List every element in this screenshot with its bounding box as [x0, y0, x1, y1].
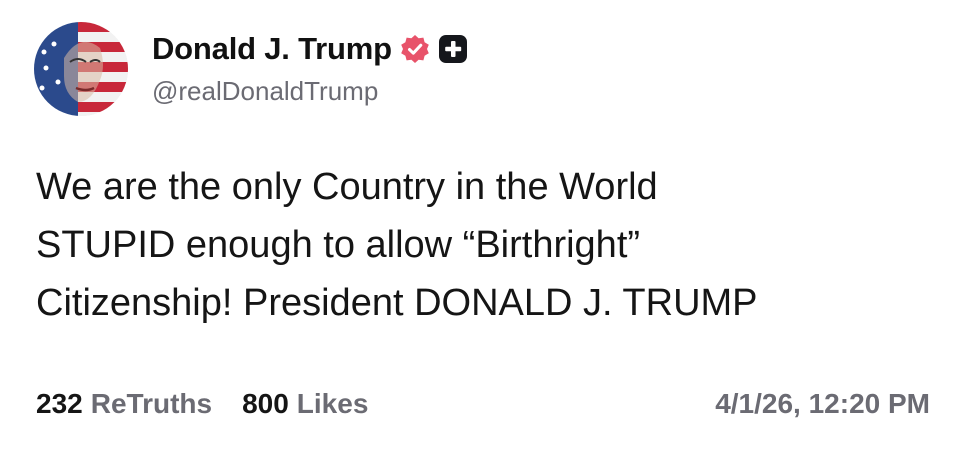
post-stats: 232 ReTruths 800 Likes	[36, 388, 398, 420]
author-handle[interactable]: @realDonaldTrump	[152, 76, 378, 107]
author-display-name[interactable]: Donald J. Trump	[152, 31, 392, 67]
post-body-line: We are the only Country in the World	[36, 166, 658, 208]
post-body: We are the only Country in the World STU…	[36, 158, 936, 332]
likes-stat[interactable]: 800 Likes	[242, 388, 368, 420]
author-name-row: Donald J. Trump	[152, 28, 468, 70]
avatar-image	[34, 22, 128, 116]
post-card: Donald J. Trump @realDonaldTrump We are …	[0, 0, 968, 467]
plus-badge-icon	[438, 35, 467, 63]
likes-label: Likes	[296, 388, 369, 419]
likes-count: 800	[242, 388, 289, 419]
post-timestamp[interactable]: 4/1/26, 12:20 PM	[715, 388, 930, 420]
retruths-label: ReTruths	[90, 388, 213, 419]
verified-badge-icon	[401, 35, 429, 63]
retruths-stat[interactable]: 232 ReTruths	[36, 388, 212, 420]
post-body-line: Citizenship! President DONALD J. TRUMP	[36, 282, 758, 324]
retruths-count: 232	[36, 388, 83, 419]
author-avatar[interactable]	[34, 22, 128, 116]
post-body-line: STUPID enough to allow “Birthright”	[36, 224, 641, 266]
